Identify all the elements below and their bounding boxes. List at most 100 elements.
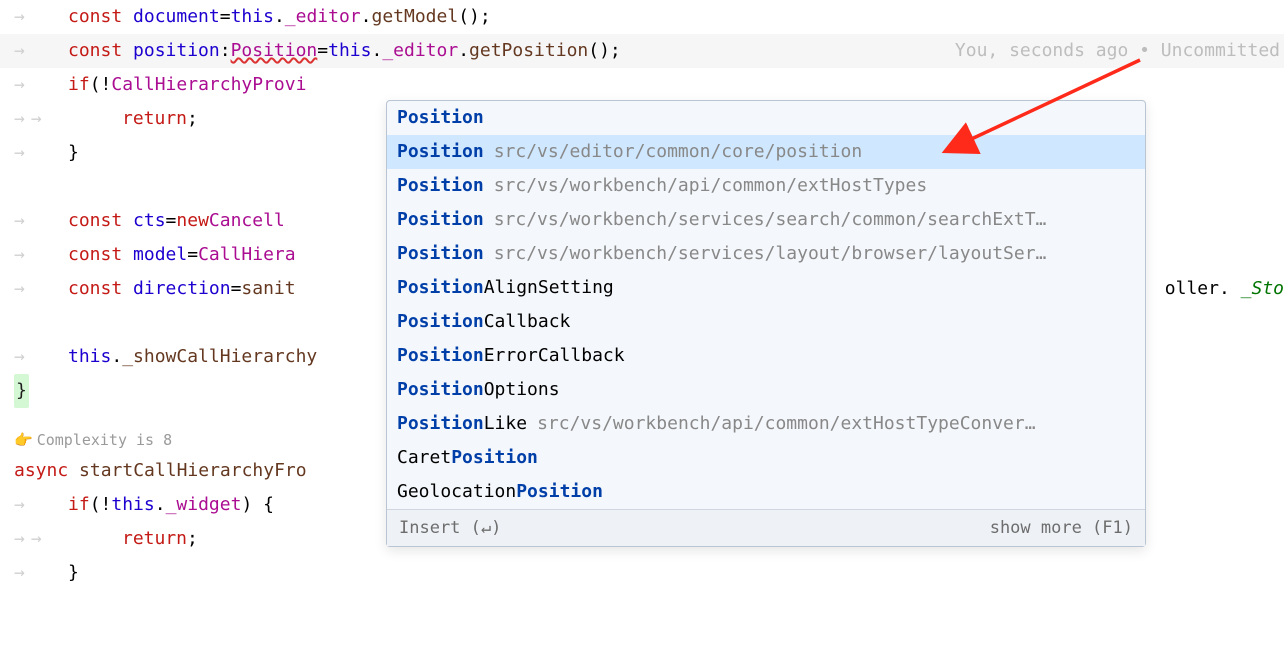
method-call: getPosition: [469, 34, 588, 68]
punct: ) {: [241, 488, 274, 522]
pointing-hand-icon: 👉: [14, 423, 33, 457]
type-name: Cancell: [209, 204, 285, 238]
brace: }: [68, 556, 79, 590]
indent-guide: →: [14, 238, 68, 272]
property: _editor: [382, 34, 458, 68]
this-keyword: this: [68, 340, 111, 374]
identifier: cts: [133, 204, 166, 238]
identifier: CallHierarchyProvi: [111, 68, 306, 102]
suggest-item-label: GeolocationPosition: [397, 475, 603, 509]
call: sanit: [241, 272, 295, 306]
suggest-item-label: Position: [397, 203, 484, 237]
method-name: startCallHierarchyFro: [79, 454, 307, 488]
colon: :: [220, 34, 231, 68]
indent-guide: →: [14, 340, 68, 374]
property: _widget: [166, 488, 242, 522]
code-line[interactable]: → if (! CallHierarchyProvi: [0, 68, 1284, 102]
punct: ;: [187, 522, 198, 556]
suggest-item[interactable]: CaretPosition: [387, 441, 1145, 475]
keyword-const: const: [68, 272, 122, 306]
dot: .: [274, 0, 285, 34]
this-keyword: this: [328, 34, 371, 68]
suggest-insert-hint: Insert (↵): [399, 514, 501, 542]
punct: (!: [90, 68, 112, 102]
keyword-if: if: [68, 488, 90, 522]
indent-guide: →: [14, 488, 68, 522]
keyword-new: new: [176, 204, 209, 238]
dot: .: [458, 34, 469, 68]
suggest-item-label: PositionAlignSetting: [397, 271, 614, 305]
property: _editor: [285, 0, 361, 34]
keyword-const: const: [68, 34, 122, 68]
keyword-const: const: [68, 238, 122, 272]
this-keyword: this: [231, 0, 274, 34]
trailing-text: oller.: [1165, 278, 1230, 299]
operator: =: [220, 0, 231, 34]
suggest-item[interactable]: Position: [387, 101, 1145, 135]
code-line-active[interactable]: → const position : Position = this . _ed…: [0, 34, 1284, 68]
indent-guide: →: [14, 204, 68, 238]
operator: =: [166, 204, 177, 238]
suggest-item[interactable]: Position src/vs/workbench/services/layout…: [387, 237, 1145, 271]
dot: .: [371, 34, 382, 68]
complexity-label: Complexity is 8: [37, 423, 172, 457]
suggest-item-label: Position: [397, 101, 484, 135]
indent-guide: →: [14, 68, 68, 102]
dot: .: [111, 340, 122, 374]
operator: =: [187, 238, 198, 272]
keyword-return: return: [122, 522, 187, 556]
suggest-item[interactable]: GeolocationPosition: [387, 475, 1145, 509]
suggest-item-path: src/vs/editor/common/core/position: [494, 135, 1135, 169]
suggest-item-label: Position: [397, 135, 484, 169]
suggest-item-path: src/vs/workbench/services/layout/browser…: [494, 237, 1135, 271]
keyword-const: const: [68, 204, 122, 238]
keyword-return: return: [122, 102, 187, 136]
type-name: CallHiera: [198, 238, 296, 272]
method-call: _showCallHierarchy: [122, 340, 317, 374]
indent-guide: →: [14, 136, 68, 170]
this-keyword: this: [111, 488, 154, 522]
type-annotation-error: Position: [231, 34, 318, 68]
brace: }: [68, 136, 79, 170]
suggest-item[interactable]: Positionsrc/vs/workbench/services/search…: [387, 203, 1145, 237]
operator: =: [231, 272, 242, 306]
dot: .: [155, 488, 166, 522]
suggest-item-label: PositionCallback: [397, 305, 570, 339]
dot: .: [361, 0, 372, 34]
indent-guide: →: [14, 34, 68, 68]
suggest-item-path: src/vs/workbench/api/common/extHostTypeC…: [537, 407, 1135, 441]
code-line[interactable]: → }: [0, 556, 1284, 590]
suggest-item[interactable]: PositionErrorCallback: [387, 339, 1145, 373]
punct: ();: [588, 34, 621, 68]
method-call: getModel: [371, 0, 458, 34]
suggest-item-label: CaretPosition: [397, 441, 538, 475]
punct: (!: [90, 488, 112, 522]
indent-guide: →: [14, 556, 68, 590]
suggest-item[interactable]: PositionOptions: [387, 373, 1145, 407]
keyword-if: if: [68, 68, 90, 102]
identifier: direction: [133, 272, 231, 306]
keyword-const: const: [68, 0, 122, 34]
identifier: document: [133, 0, 220, 34]
indent-guide: →: [14, 0, 68, 34]
code-line[interactable]: → const document = this . _editor . getM…: [0, 0, 1284, 34]
suggest-show-more[interactable]: show more (F1): [990, 514, 1133, 542]
suggest-item-label: Position: [397, 169, 484, 203]
suggest-item-label: Position: [397, 237, 484, 271]
suggest-item-label: PositionLike: [397, 407, 527, 441]
brace-highlight: }: [14, 374, 29, 408]
suggest-item[interactable]: Position src/vs/editor/common/core/positi…: [387, 135, 1145, 169]
suggest-widget[interactable]: PositionPositionsrc/vs/editor/common/cor…: [386, 100, 1146, 547]
identifier: position: [133, 34, 220, 68]
suggest-item[interactable]: PositionCallback: [387, 305, 1145, 339]
suggest-item[interactable]: PositionLike src/vs/workbench/api/common/…: [387, 407, 1145, 441]
suggest-item[interactable]: PositionAlignSetting: [387, 271, 1145, 305]
operator: =: [317, 34, 328, 68]
punct: ;: [187, 102, 198, 136]
suggest-footer: Insert (↵) show more (F1): [387, 509, 1145, 546]
git-blame-annotation: You, seconds ago • Uncommitted: [955, 34, 1280, 68]
indent-guide: →→: [14, 522, 122, 556]
identifier: model: [133, 238, 187, 272]
suggest-item[interactable]: Positionsrc/vs/workbench/api/common/extH…: [387, 169, 1145, 203]
suggest-list[interactable]: PositionPositionsrc/vs/editor/common/cor…: [387, 101, 1145, 509]
